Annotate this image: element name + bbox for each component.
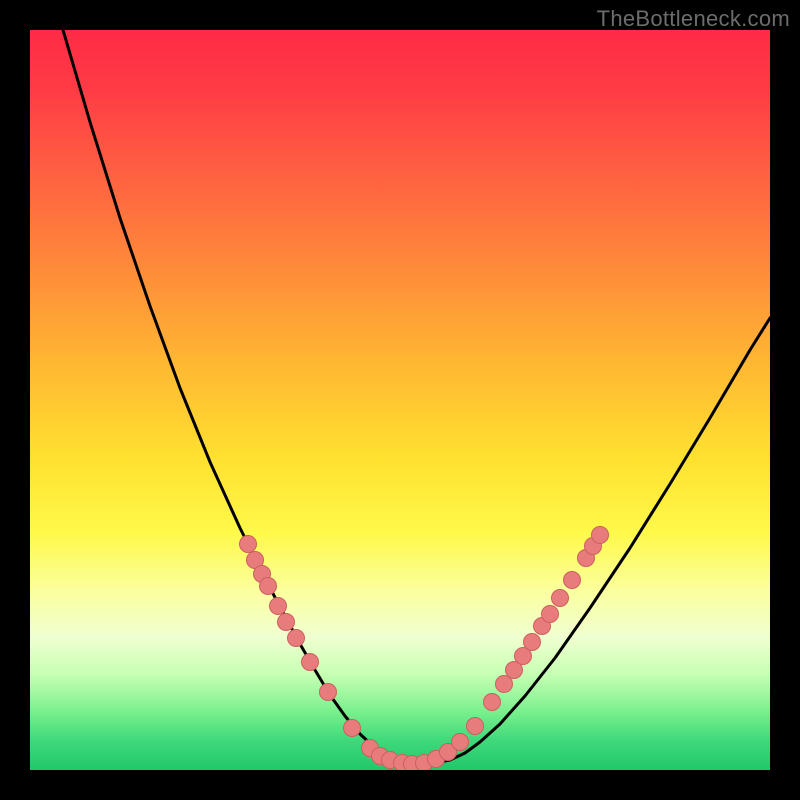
watermark-text: TheBottleneck.com [597, 6, 790, 32]
data-point [260, 578, 277, 595]
data-point [496, 676, 513, 693]
data-point [320, 684, 337, 701]
data-point [524, 634, 541, 651]
bottleneck-curve [63, 30, 770, 764]
data-point [592, 527, 609, 544]
data-point [278, 614, 295, 631]
data-point [484, 694, 501, 711]
data-point [552, 590, 569, 607]
data-point [452, 734, 469, 751]
chart-svg [30, 30, 770, 770]
data-point [467, 718, 484, 735]
data-points-layer [240, 527, 609, 771]
data-point [564, 572, 581, 589]
data-point [542, 606, 559, 623]
data-point [302, 654, 319, 671]
data-point [344, 720, 361, 737]
data-point [288, 630, 305, 647]
data-point [240, 536, 257, 553]
chart-container: TheBottleneck.com [0, 0, 800, 800]
plot-area [30, 30, 770, 770]
data-point [270, 598, 287, 615]
curve-layer [63, 30, 770, 764]
